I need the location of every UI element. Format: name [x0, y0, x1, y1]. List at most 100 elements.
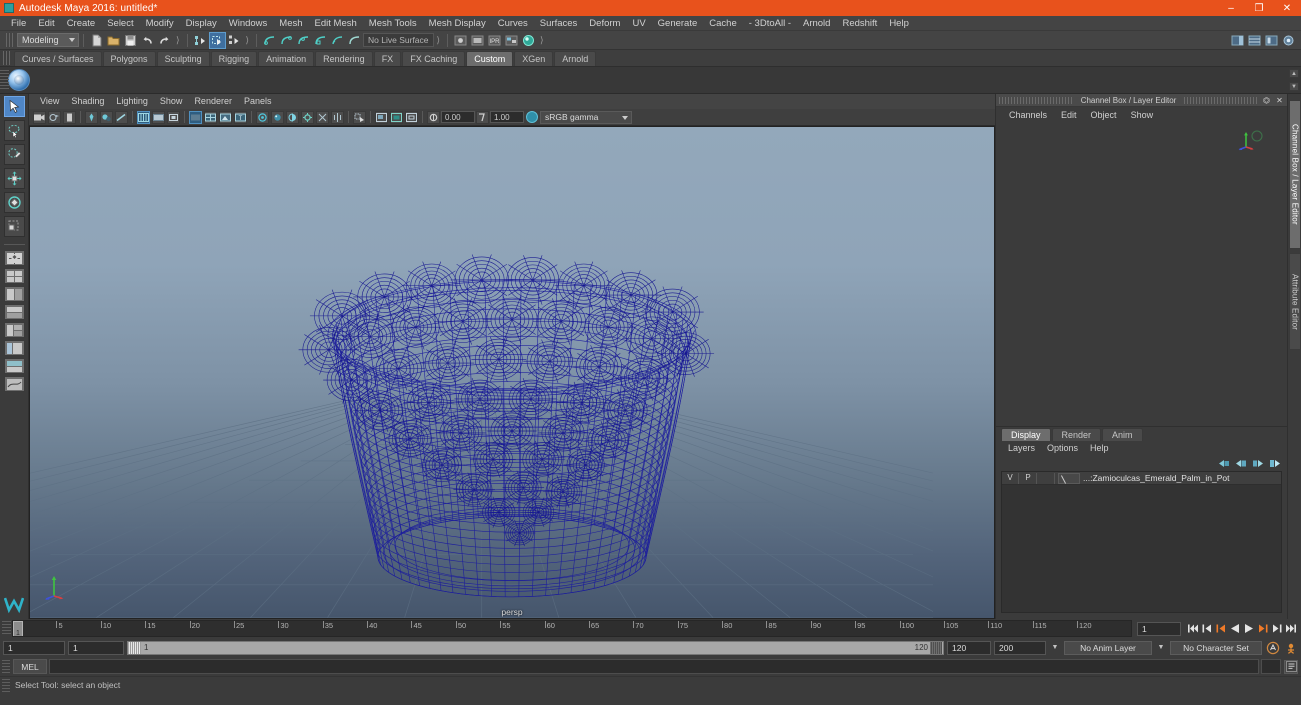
range-start-field[interactable]: 1 [68, 640, 124, 655]
film-gate-icon[interactable] [331, 110, 344, 124]
menu-item-curves[interactable]: Curves [492, 16, 534, 31]
tool-settings-icon[interactable] [1281, 33, 1296, 48]
bookmark-icon[interactable] [48, 110, 61, 124]
chevron-down-icon[interactable]: ▼ [1049, 641, 1061, 655]
select-tool[interactable] [3, 96, 25, 117]
script-editor-icon[interactable] [1284, 659, 1298, 674]
snap-view-icon[interactable] [330, 33, 345, 48]
snap-curve-icon[interactable] [262, 33, 277, 48]
layer-editor-tab-render[interactable]: Render [1051, 428, 1102, 441]
rotate-tool[interactable] [3, 192, 25, 213]
go-to-end-icon[interactable] [1284, 622, 1297, 636]
close-icon[interactable]: ✕ [1274, 95, 1285, 106]
viewport-menu-panels[interactable]: Panels [238, 94, 278, 109]
snap-grid-icon[interactable] [279, 33, 294, 48]
sphere-shelf-icon[interactable] [8, 69, 30, 91]
shelf-tab-animation[interactable]: Animation [258, 51, 315, 66]
step-forward-key-icon[interactable] [1256, 622, 1269, 636]
command-language-button[interactable]: MEL [13, 659, 47, 674]
menu-item-cache[interactable]: Cache [703, 16, 742, 31]
gate-mask-icon[interactable] [390, 110, 403, 124]
shelf-tab-sculpting[interactable]: Sculpting [156, 51, 210, 66]
outliner-persp-layout[interactable] [3, 340, 25, 356]
viewport-menu-view[interactable]: View [34, 94, 65, 109]
perspective-viewport[interactable]: persp [29, 126, 995, 619]
layer-row[interactable]: V P ...:Zamioculcas_Emerald_Palm_in_Pot [1002, 472, 1281, 485]
layer-editor-tab-display[interactable]: Display [1001, 428, 1051, 441]
layer-playback-toggle[interactable]: P [1020, 472, 1037, 484]
time-slider-track[interactable]: 1 5 10 15 20 25 30 35 40 45 50 55 60 65 70 75 80 85 90 95 1… [12, 620, 1132, 637]
menu-item-create[interactable]: Create [61, 16, 102, 31]
new-layer-from-selected-icon[interactable] [1235, 458, 1247, 469]
viewport-menu-show[interactable]: Show [154, 94, 189, 109]
color-management-selector[interactable]: sRGB gamma [540, 110, 632, 124]
channel-box-body[interactable] [996, 123, 1287, 427]
snap-active-icon[interactable] [347, 33, 362, 48]
viewport-menu-lighting[interactable]: Lighting [110, 94, 154, 109]
vertical-tab-channel-box-layer-editor[interactable]: Channel Box / Layer Editor [1288, 100, 1301, 250]
select-by-component-icon[interactable] [227, 33, 242, 48]
viewport-menu-shading[interactable]: Shading [65, 94, 110, 109]
exposure-icon[interactable] [427, 110, 440, 124]
live-surface-field[interactable]: No Live Surface [363, 33, 434, 47]
four-view-layout[interactable] [3, 268, 25, 284]
current-frame-field[interactable]: 1 [1137, 621, 1181, 636]
lasso-select-tool[interactable] [3, 120, 25, 141]
image-plane-icon[interactable] [63, 110, 76, 124]
layer-menu-options[interactable]: Options [1041, 441, 1084, 455]
collapse-arrow-icon[interactable]: ⟩ [173, 35, 183, 46]
statusbar-grip[interactable] [6, 32, 15, 47]
single-perspective-layout[interactable] [3, 250, 25, 266]
menu-item-edit[interactable]: Edit [32, 16, 60, 31]
select-camera-icon[interactable] [33, 110, 46, 124]
step-back-key-icon[interactable] [1214, 622, 1227, 636]
layer-editor-tab-anim[interactable]: Anim [1102, 428, 1143, 441]
menu-item-deform[interactable]: Deform [583, 16, 626, 31]
shelf-grip[interactable] [3, 51, 12, 65]
shadows-icon[interactable] [100, 110, 113, 124]
redo-icon[interactable] [157, 33, 172, 48]
snap-projected-icon[interactable] [313, 33, 328, 48]
layer-menu-help[interactable]: Help [1084, 441, 1115, 455]
menu-item-mesh[interactable]: Mesh [273, 16, 308, 31]
camera-gate-icon[interactable] [405, 110, 418, 124]
step-back-frame-icon[interactable] [1200, 622, 1213, 636]
minimize-button[interactable]: – [1217, 0, 1245, 16]
use-default-material-icon[interactable]: T [234, 110, 247, 124]
grid-toggle-icon[interactable] [316, 110, 329, 124]
channel-box-menu-object[interactable]: Object [1084, 107, 1124, 123]
two-pane-side-layout[interactable] [3, 286, 25, 302]
two-pane-stacked-layout[interactable] [3, 304, 25, 320]
persp-graph-layout[interactable] [3, 376, 25, 392]
shelf-tab-rendering[interactable]: Rendering [315, 51, 373, 66]
menu-item-edit-mesh[interactable]: Edit Mesh [309, 16, 363, 31]
select-by-object-icon[interactable] [208, 31, 226, 49]
menu-item-generate[interactable]: Generate [652, 16, 704, 31]
channel-box-icon[interactable] [1247, 33, 1262, 48]
step-forward-frame-icon[interactable] [1270, 622, 1283, 636]
collapse-arrow-icon[interactable]: ⟩ [537, 35, 547, 46]
menu-item-3dtoall[interactable]: - 3DtoAll - [743, 16, 797, 31]
playhead[interactable]: 1 [13, 621, 23, 636]
menu-item-arnold[interactable]: Arnold [797, 16, 836, 31]
menu-item-surfaces[interactable]: Surfaces [534, 16, 584, 31]
viewport-menu-renderer[interactable]: Renderer [188, 94, 238, 109]
two-sided-lighting-icon[interactable] [85, 110, 98, 124]
color-management-icon[interactable] [526, 111, 538, 123]
panel-grip-left[interactable] [999, 96, 1073, 104]
new-layer-icon[interactable] [1218, 458, 1230, 469]
layer-menu-layers[interactable]: Layers [1002, 441, 1041, 455]
textured-icon[interactable] [219, 110, 232, 124]
channel-box-menu-channels[interactable]: Channels [1002, 107, 1054, 123]
layer-list[interactable]: V P ...:Zamioculcas_Emerald_Palm_in_Pot [1001, 471, 1282, 613]
move-tool[interactable] [3, 168, 25, 189]
menu-item-file[interactable]: File [5, 16, 32, 31]
gamma-field[interactable]: 1.00 [490, 111, 524, 123]
ao-icon[interactable] [115, 110, 128, 124]
shelf-tab-arnold[interactable]: Arnold [554, 51, 597, 66]
wireframe-icon[interactable] [137, 110, 150, 124]
move-layer-down-icon[interactable] [1269, 458, 1281, 469]
menu-item-mesh-tools[interactable]: Mesh Tools [363, 16, 423, 31]
channel-box-menu-edit[interactable]: Edit [1054, 107, 1084, 123]
collapse-arrow-icon[interactable]: ⟩ [243, 35, 253, 46]
